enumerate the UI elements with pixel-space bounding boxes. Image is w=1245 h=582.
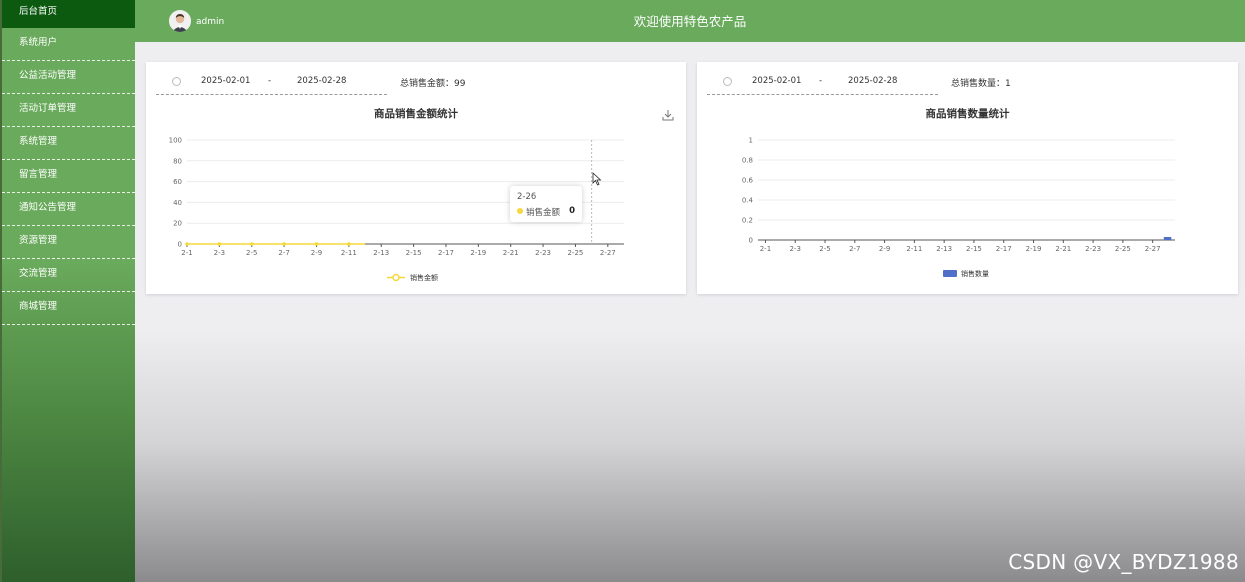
sales-quantity-card: 2025-02-01 - 2025-02-28 总销售数量：1 商品销售数量统计… xyxy=(697,62,1238,294)
x-tick-label: 2-15 xyxy=(406,249,422,257)
sidebar-item-resources[interactable]: 资源管理 xyxy=(2,226,135,259)
data-point xyxy=(282,242,286,246)
x-tick-label: 2-9 xyxy=(879,245,890,253)
legend-label: 销售数量 xyxy=(961,269,989,278)
data-point xyxy=(314,242,319,246)
y-tick-label: 40 xyxy=(173,199,182,207)
x-tick-label: 2-11 xyxy=(341,249,357,257)
background-gradient xyxy=(135,330,1245,582)
y-tick-label: 1 xyxy=(749,137,753,145)
mouse-cursor-icon xyxy=(592,172,602,186)
x-tick-label: 2-3 xyxy=(214,249,225,257)
watermark: CSDN @VX_BYDZ1988 xyxy=(1008,550,1239,574)
sidebar-menu: 后台首页 系统用户 公益活动管理 活动订单管理 系统管理 留言管理 通知公告管理… xyxy=(2,0,135,325)
y-tick-label: 80 xyxy=(173,157,182,165)
x-tick-label: 2-3 xyxy=(790,245,801,253)
x-tick-label: 2-7 xyxy=(278,249,289,257)
tooltip-value: 0 xyxy=(569,206,575,216)
legend-swatch xyxy=(943,270,957,277)
sales-amount-card: 2025-02-01 - 2025-02-28 总销售金额：99 商品销售金额统… xyxy=(146,62,686,294)
sidebar-item-activity-orders[interactable]: 活动订单管理 xyxy=(2,94,135,127)
sidebar-item-notices[interactable]: 通知公告管理 xyxy=(2,193,135,226)
x-tick-label: 2-27 xyxy=(600,249,616,257)
x-tick-label: 2-21 xyxy=(503,249,519,257)
x-tick-label: 2-9 xyxy=(311,249,322,257)
x-tick-label: 2-25 xyxy=(567,249,583,257)
x-tick-label: 2-7 xyxy=(849,245,860,253)
sidebar-item-system-users[interactable]: 系统用户 xyxy=(2,28,135,61)
y-tick-label: 100 xyxy=(169,137,182,145)
sales-quantity-bar-chart: 0 0.2 0.4 0.6 0.8 1 2-1 2-3 2-5 2-7 2-9 2-11 2-13 2-1… xyxy=(742,137,1175,278)
data-point xyxy=(347,242,351,246)
x-tick-label: 2-21 xyxy=(1055,245,1071,253)
x-tick-label: 2-15 xyxy=(966,245,982,253)
x-tick-label: 2-17 xyxy=(996,245,1012,253)
x-tick-label: 2-23 xyxy=(1085,245,1101,253)
x-tick-label: 2-17 xyxy=(438,249,454,257)
x-tick-label: 2-1 xyxy=(760,245,771,253)
sales-amount-line-chart: 0 20 40 60 80 100 2-1 2-3 2-5 2-7 2-9 2-11 2-13 2-15 2… xyxy=(169,137,624,282)
y-tick-label: 0.4 xyxy=(742,197,754,205)
top-header: admin 欢迎使用特色农产品 xyxy=(135,0,1245,42)
sidebar-item-system-management[interactable]: 系统管理 xyxy=(2,127,135,160)
x-tick-label: 2-13 xyxy=(373,249,389,257)
x-tick-label: 2-19 xyxy=(1026,245,1042,253)
sidebar-item-messages[interactable]: 留言管理 xyxy=(2,160,135,193)
legend-label: 销售金额 xyxy=(410,273,438,282)
x-tick-label: 2-23 xyxy=(535,249,551,257)
legend-swatch-marker xyxy=(392,273,400,282)
site-title: 欢迎使用特色农产品 xyxy=(633,14,747,29)
y-tick-label: 0.8 xyxy=(742,157,753,165)
y-tick-label: 0.2 xyxy=(742,217,753,225)
chart-tooltip: 2-26 销售金额 0 xyxy=(510,186,582,222)
x-tick-label: 2-1 xyxy=(181,249,192,257)
bar xyxy=(1163,237,1172,240)
sidebar-item-home[interactable]: 后台首页 xyxy=(2,0,135,28)
y-tick-label: 0 xyxy=(178,241,182,249)
x-tick-label: 2-27 xyxy=(1145,245,1161,253)
sidebar-item-exchange[interactable]: 交流管理 xyxy=(2,259,135,292)
y-tick-label: 20 xyxy=(173,220,182,228)
tooltip-series-dot xyxy=(517,208,523,214)
tooltip-date: 2-26 xyxy=(517,192,537,202)
sidebar-item-mall[interactable]: 商城管理 xyxy=(2,292,135,325)
sidebar: 后台首页 系统用户 公益活动管理 活动订单管理 系统管理 留言管理 通知公告管理… xyxy=(0,0,135,582)
x-tick-label: 2-25 xyxy=(1115,245,1131,253)
x-tick-label: 2-13 xyxy=(936,245,952,253)
x-tick-label: 2-5 xyxy=(246,249,257,257)
x-tick-label: 2-19 xyxy=(470,249,486,257)
y-tick-label: 0 xyxy=(749,237,753,245)
y-tick-label: 0.6 xyxy=(742,177,754,185)
x-tick-label: 2-5 xyxy=(819,245,830,253)
y-tick-label: 60 xyxy=(173,178,182,186)
data-point xyxy=(217,242,222,246)
data-point xyxy=(185,242,189,246)
sidebar-item-charity-activities[interactable]: 公益活动管理 xyxy=(2,61,135,94)
data-point xyxy=(249,242,254,246)
x-tick-label: 2-11 xyxy=(906,245,922,253)
tooltip-series-name: 销售金额 xyxy=(526,208,561,218)
